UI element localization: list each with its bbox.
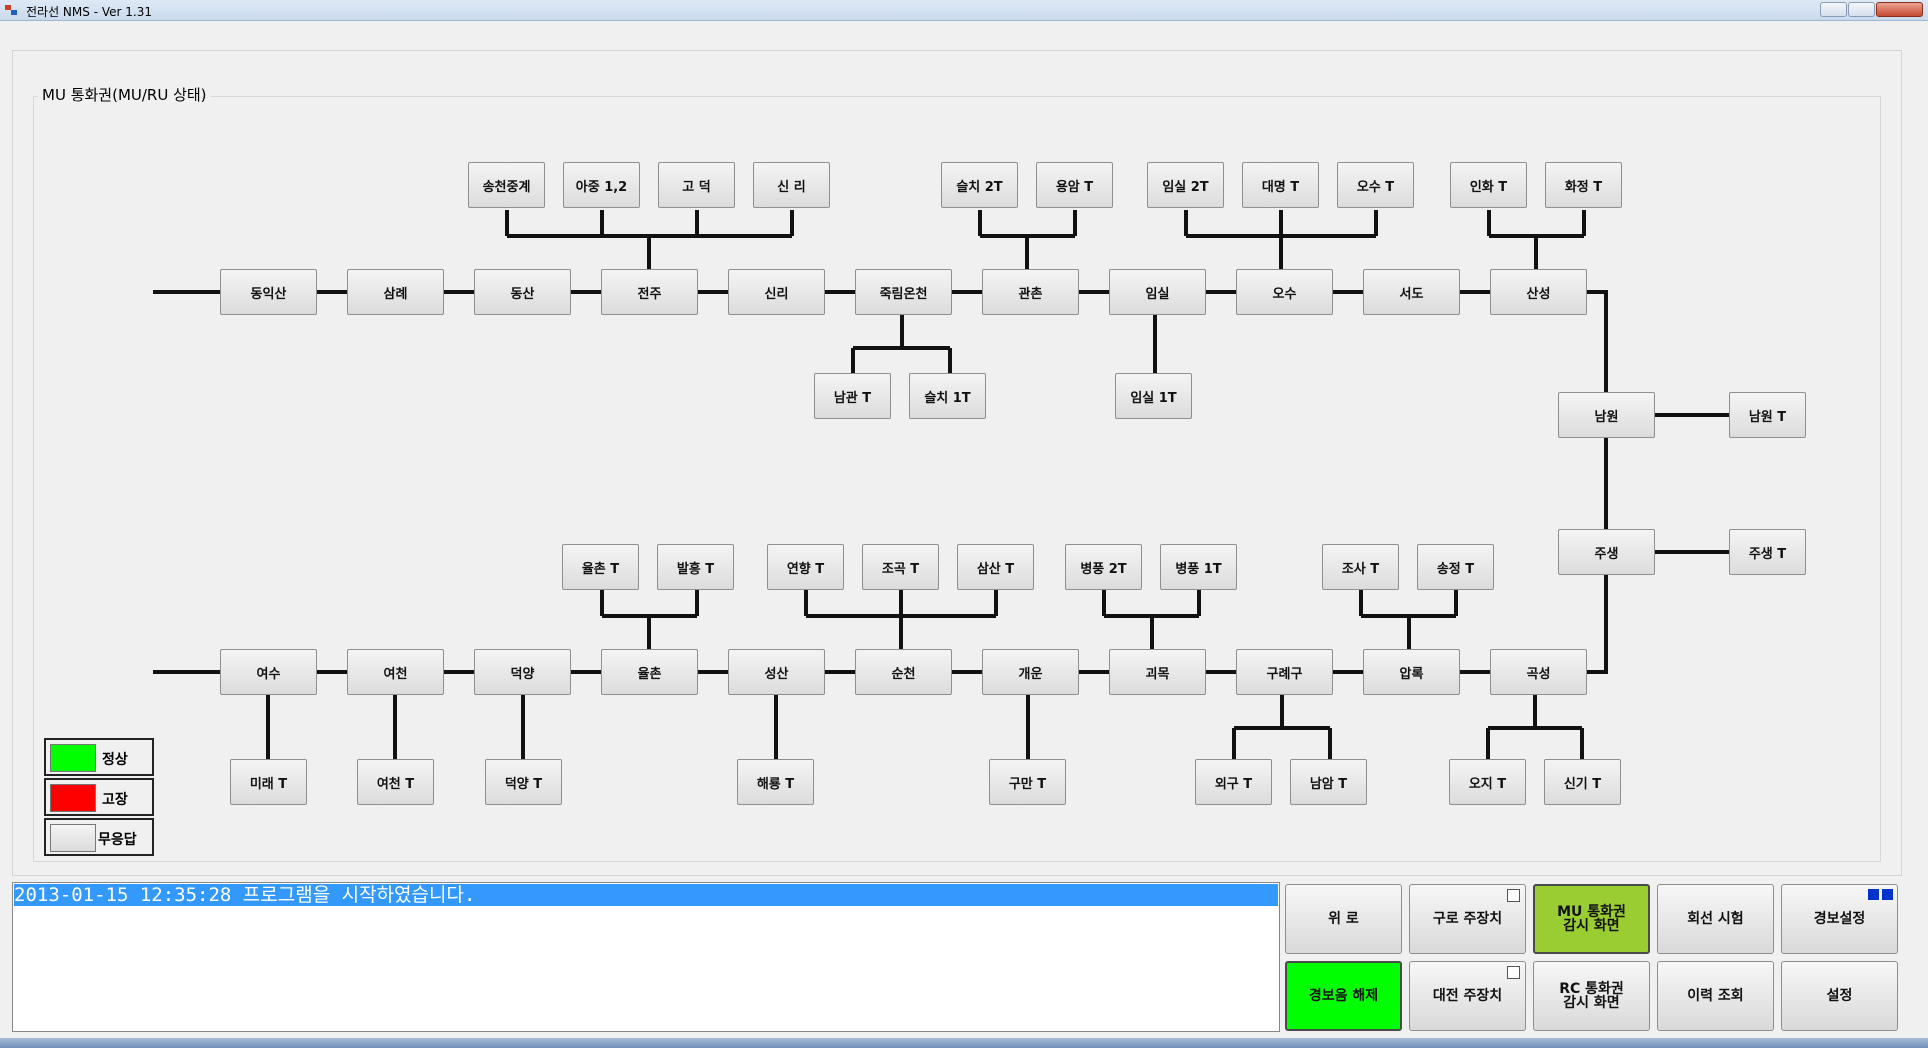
legend-no-response: 무응답	[44, 818, 154, 856]
event-log[interactable]: 2013-01-15 12:35:28 프로그램을 시작하였습니다.	[12, 882, 1280, 1032]
rc-monitor-label: RC 통화권 감시 화면	[1559, 981, 1624, 1011]
mu-monitor-label: MU 통화권 감시 화면	[1557, 904, 1626, 934]
history-button[interactable]: 이력 조회	[1657, 961, 1774, 1031]
alarm-settings-label: 경보설정	[1813, 911, 1866, 927]
no-response-swatch	[50, 824, 96, 852]
fault-swatch	[50, 784, 96, 812]
station-guryegu[interactable]: 구례구	[1236, 649, 1333, 695]
legend-label: 고장	[102, 792, 128, 808]
station-gokseong[interactable]: 곡성	[1490, 649, 1587, 695]
terminal-inhwa[interactable]: 인화 T	[1450, 162, 1527, 208]
legend-label: 정상	[102, 752, 128, 768]
terminal-mirae[interactable]: 미래 T	[230, 759, 307, 805]
terminal-josa[interactable]: 조사 T	[1322, 544, 1399, 590]
station-goemok[interactable]: 괴목	[1109, 649, 1206, 695]
station-sinri[interactable]: 신리	[728, 269, 825, 315]
station-deogyang[interactable]: 덕양	[474, 649, 571, 695]
alarm-settings-button[interactable]: 경보설정	[1781, 884, 1898, 954]
terminal-songcheon[interactable]: 송천중계	[468, 162, 545, 208]
terminal-osu[interactable]: 오수 T	[1337, 162, 1414, 208]
terminal-godeok[interactable]: 고 덕	[658, 162, 735, 208]
guro-checkbox[interactable]	[1507, 889, 1520, 902]
circuit-test-button[interactable]: 회선 시험	[1657, 884, 1774, 954]
alarm-release-button[interactable]: 경보음 해제	[1285, 961, 1402, 1031]
terminal-yongam[interactable]: 용암 T	[1036, 162, 1113, 208]
terminal-yeonhyang[interactable]: 연향 T	[767, 544, 844, 590]
station-dongsan[interactable]: 동산	[474, 269, 571, 315]
station-seodo[interactable]: 서도	[1363, 269, 1460, 315]
station-osu[interactable]: 오수	[1236, 269, 1333, 315]
terminal-ajung[interactable]: 아중 1,2	[563, 162, 640, 208]
station-dongiksan[interactable]: 동익산	[220, 269, 317, 315]
daejeon-main-button[interactable]: 대전 주장치	[1409, 961, 1526, 1031]
terminal-yeocheon[interactable]: 여천 T	[357, 759, 434, 805]
legend-fault: 고장	[44, 778, 154, 816]
terminal-daemyeong[interactable]: 대명 T	[1242, 162, 1319, 208]
legend-normal: 정상	[44, 738, 154, 776]
terminal-imsil2[interactable]: 임실 2T	[1147, 162, 1224, 208]
terminal-deogyang[interactable]: 덕양 T	[485, 759, 562, 805]
terminal-seulchi2[interactable]: 슬치 2T	[941, 162, 1018, 208]
station-amnok[interactable]: 압록	[1363, 649, 1460, 695]
terminal-guman[interactable]: 구만 T	[989, 759, 1066, 805]
normal-swatch	[50, 744, 96, 772]
terminal-namam[interactable]: 남암 T	[1290, 759, 1367, 805]
terminal-singi[interactable]: 신기 T	[1544, 759, 1621, 805]
legend-label: 무응답	[98, 832, 137, 848]
terminal-oji[interactable]: 오지 T	[1449, 759, 1526, 805]
terminal-sinri[interactable]: 신 리	[753, 162, 830, 208]
station-imsil[interactable]: 임실	[1109, 269, 1206, 315]
terminal-byeongpung2[interactable]: 병풍 2T	[1065, 544, 1142, 590]
terminal-namwon[interactable]: 남원 T	[1729, 392, 1806, 438]
station-jeonju[interactable]: 전주	[601, 269, 698, 315]
station-gwanchon[interactable]: 관촌	[982, 269, 1079, 315]
terminal-balheung[interactable]: 발흥 T	[657, 544, 734, 590]
terminal-jogok[interactable]: 조곡 T	[862, 544, 939, 590]
station-yulchon[interactable]: 율촌	[601, 649, 698, 695]
terminal-imsil1[interactable]: 임실 1T	[1115, 373, 1192, 419]
terminal-byeongpung1[interactable]: 병풍 1T	[1160, 544, 1237, 590]
terminal-oegu[interactable]: 외구 T	[1195, 759, 1272, 805]
log-line[interactable]: 2013-01-15 12:35:28 프로그램을 시작하였습니다.	[14, 884, 1278, 906]
rc-monitor-button[interactable]: RC 통화권 감시 화면	[1533, 961, 1650, 1031]
terminal-yulchon[interactable]: 율촌 T	[562, 544, 639, 590]
indicator-icon	[1882, 889, 1893, 900]
terminal-songjeong[interactable]: 송정 T	[1417, 544, 1494, 590]
status-legend: 정상 고장 무응답	[44, 738, 154, 856]
wiro-button[interactable]: 위 로	[1285, 884, 1402, 954]
taskbar	[0, 1038, 1928, 1048]
daejeon-label: 대전 주장치	[1432, 988, 1503, 1004]
terminal-jusaeng[interactable]: 주생 T	[1729, 529, 1806, 575]
station-seongsan[interactable]: 성산	[728, 649, 825, 695]
daejeon-checkbox[interactable]	[1507, 966, 1520, 979]
mu-monitor-button[interactable]: MU 통화권 감시 화면	[1533, 884, 1650, 954]
station-suncheon[interactable]: 순천	[855, 649, 952, 695]
terminal-haeryong[interactable]: 해룡 T	[737, 759, 814, 805]
station-yeosu[interactable]: 여수	[220, 649, 317, 695]
station-gaeun[interactable]: 개운	[982, 649, 1079, 695]
station-sanseong[interactable]: 산성	[1490, 269, 1587, 315]
station-namwon[interactable]: 남원	[1558, 392, 1655, 438]
terminal-hwajeong[interactable]: 화정 T	[1545, 162, 1622, 208]
settings-button[interactable]: 설정	[1781, 961, 1898, 1031]
guro-label: 구로 주장치	[1432, 911, 1503, 927]
terminal-namgwan[interactable]: 남관 T	[814, 373, 891, 419]
guro-main-button[interactable]: 구로 주장치	[1409, 884, 1526, 954]
station-yeocheon[interactable]: 여천	[347, 649, 444, 695]
indicator-icon	[1868, 889, 1879, 900]
terminal-seulchi1[interactable]: 슬치 1T	[909, 373, 986, 419]
station-samrye[interactable]: 삼례	[347, 269, 444, 315]
station-jusaeng[interactable]: 주생	[1558, 529, 1655, 575]
terminal-samsan[interactable]: 삼산 T	[957, 544, 1034, 590]
station-jukrimoncheon[interactable]: 죽림온천	[855, 269, 952, 315]
